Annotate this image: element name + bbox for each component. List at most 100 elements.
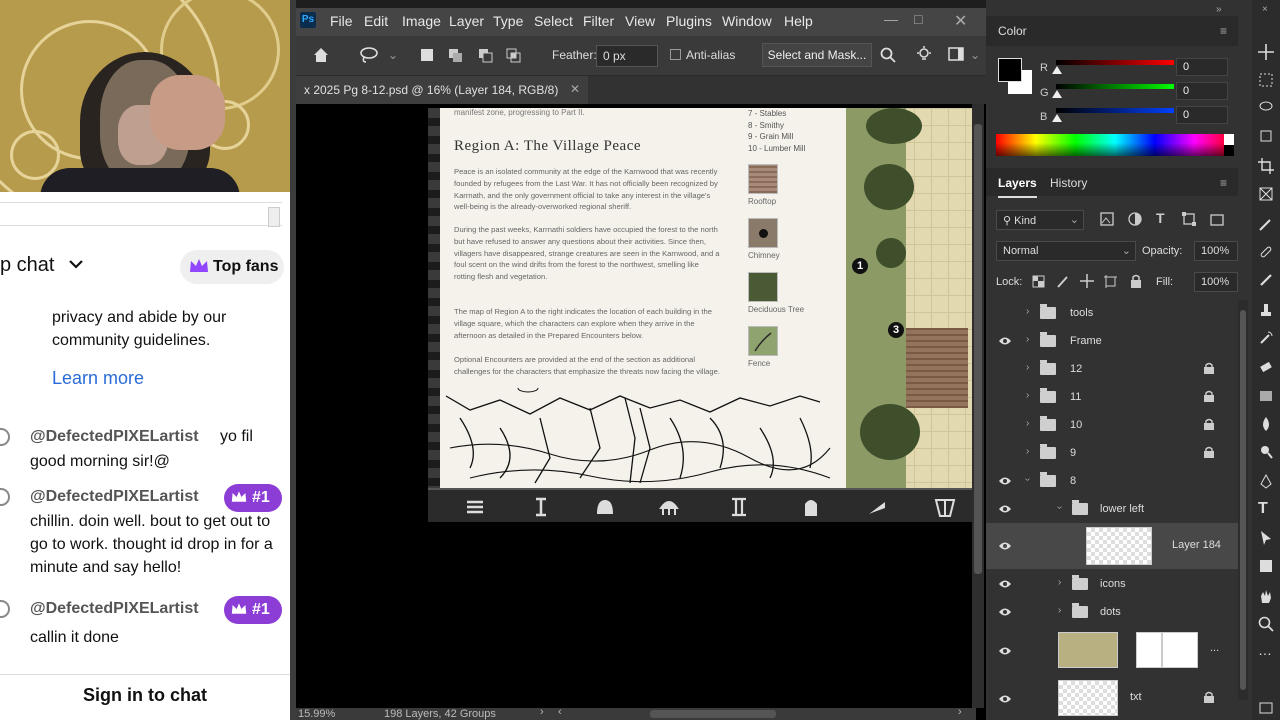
lightbulb-icon[interactable]	[916, 46, 932, 64]
menu-plugins[interactable]: Plugins	[666, 13, 712, 29]
menu-layer[interactable]: Layer	[449, 13, 484, 29]
lock-all-icon[interactable]	[1130, 274, 1142, 288]
search-icon[interactable]	[880, 47, 896, 63]
minimize-icon[interactable]: —	[884, 11, 898, 27]
chevron-down-icon[interactable]: ⌄	[970, 48, 980, 62]
eyedropper-tool-icon[interactable]	[1258, 216, 1274, 232]
zoom-level[interactable]: 15.99%	[298, 708, 335, 720]
layer-row-txt[interactable]: txt	[986, 678, 1238, 720]
chat-username[interactable]: @DefectedPIXELartist	[30, 428, 199, 446]
filter-kind-dropdown[interactable]: ⚲ Kind ⌄	[996, 210, 1084, 230]
layer-row-layer-184[interactable]: Layer 184	[986, 523, 1238, 569]
select-subject-icon[interactable]	[1258, 128, 1274, 144]
move-icon[interactable]	[1080, 274, 1094, 288]
eye-icon[interactable]	[998, 607, 1012, 617]
stamp-tool-icon[interactable]	[1258, 302, 1274, 318]
artboard-lock-icon[interactable]	[1104, 275, 1117, 288]
path-select-icon[interactable]	[1258, 530, 1274, 546]
expand-arrow-icon[interactable]: ›	[1026, 306, 1029, 317]
expand-arrow-icon[interactable]: ›	[1026, 446, 1029, 457]
expand-arrow-icon[interactable]: ›	[1058, 577, 1061, 588]
chevron-right-icon[interactable]: ›	[540, 706, 544, 718]
chevron-right-icon[interactable]: ›	[958, 706, 962, 718]
menu-view[interactable]: View	[625, 13, 655, 29]
more-options[interactable]: ...	[1210, 642, 1219, 654]
eye-icon[interactable]	[998, 646, 1012, 656]
lock-transparent-icon[interactable]	[1032, 275, 1045, 288]
home-icon[interactable]	[312, 46, 330, 64]
filter-pixel-icon[interactable]	[1100, 212, 1114, 226]
menu-type[interactable]: Type	[493, 13, 523, 29]
filter-type-icon[interactable]: T	[1156, 210, 1165, 226]
tab-layers[interactable]: Layers	[998, 176, 1037, 198]
collapse-arrow-icon[interactable]: ›	[1022, 478, 1033, 481]
green-slider[interactable]	[1052, 84, 1174, 98]
layer-row-10[interactable]: › 10	[986, 411, 1238, 439]
chat-username[interactable]: @DefectedPIXELartist	[30, 488, 199, 506]
blue-value-field[interactable]: 0	[1176, 106, 1228, 124]
chevron-down-icon[interactable]: ⌄	[388, 48, 398, 62]
eye-icon[interactable]	[998, 541, 1012, 551]
type-tool-icon[interactable]: T	[1258, 500, 1274, 517]
foreground-color-swatch[interactable]	[998, 58, 1022, 82]
expand-arrow-icon[interactable]: ›	[1026, 418, 1029, 429]
healing-tool-icon[interactable]	[1258, 244, 1274, 260]
blend-mode-dropdown[interactable]: Normal ⌄	[996, 241, 1136, 261]
collapse-arrow-icon[interactable]: ›	[1054, 506, 1065, 509]
brush-tool-icon[interactable]	[1258, 272, 1274, 288]
collapse-icon[interactable]: »	[1216, 4, 1222, 15]
filter-shape-icon[interactable]	[1182, 212, 1196, 226]
menu-image[interactable]: Image	[402, 13, 441, 29]
shape-tool-icon[interactable]	[1258, 558, 1274, 574]
expand-arrow-icon[interactable]: ›	[1026, 390, 1029, 401]
history-brush-icon[interactable]	[1258, 330, 1274, 346]
marquee-tool-icon[interactable]	[1258, 72, 1274, 88]
close-icon[interactable]: ✕	[954, 11, 967, 31]
hand-tool-icon[interactable]	[1258, 588, 1274, 604]
add-selection-icon[interactable]	[448, 48, 464, 64]
eye-icon[interactable]	[998, 336, 1012, 346]
chevron-left-icon[interactable]: ‹	[558, 706, 562, 718]
top-fans-button[interactable]: Top fans	[180, 250, 284, 284]
frame-tool-icon[interactable]	[1258, 186, 1274, 202]
red-value-field[interactable]: 0	[1176, 58, 1228, 76]
green-value-field[interactable]: 0	[1176, 82, 1228, 100]
chevron-down-icon[interactable]	[68, 257, 84, 275]
chat-username[interactable]: @DefectedPIXELartist	[30, 600, 199, 618]
menu-select[interactable]: Select	[534, 13, 573, 29]
pen-tool-icon[interactable]	[1258, 474, 1274, 490]
red-slider[interactable]	[1052, 60, 1174, 74]
gradient-tool-icon[interactable]	[1258, 388, 1274, 404]
menu-filter[interactable]: Filter	[583, 13, 614, 29]
menu-edit[interactable]: Edit	[364, 13, 388, 29]
layer-row-8[interactable]: › 8	[986, 467, 1238, 495]
anti-alias-checkbox[interactable]	[670, 49, 681, 60]
select-and-mask-button[interactable]: Select and Mask...	[762, 43, 872, 67]
tab-history[interactable]: History	[1050, 176, 1087, 190]
menu-help[interactable]: Help	[784, 13, 813, 29]
move-tool-icon[interactable]	[1258, 44, 1274, 60]
horizontal-scroll-thumb[interactable]	[650, 710, 776, 718]
zoom-tool-icon[interactable]	[1258, 616, 1274, 632]
layer-row-dots[interactable]: › dots	[986, 598, 1238, 626]
close-tab-icon[interactable]: ✕	[570, 82, 580, 96]
expand-arrow-icon[interactable]: ›	[1026, 334, 1029, 345]
layer-row-tools[interactable]: › tools	[986, 299, 1238, 327]
blue-slider[interactable]	[1052, 108, 1174, 122]
eye-icon[interactable]	[998, 579, 1012, 589]
eye-icon[interactable]	[998, 694, 1012, 704]
chat-mode-title[interactable]: p chat	[0, 254, 54, 277]
document-tab[interactable]: x 2025 Pg 8-12.psd @ 16% (Layer 184, RGB…	[296, 76, 588, 104]
layers-scrollbar[interactable]	[1238, 300, 1248, 700]
panel-menu-icon[interactable]: ≡	[1220, 176, 1227, 190]
layer-row-11[interactable]: › 11	[986, 383, 1238, 411]
layer-row-map[interactable]: ...	[986, 628, 1238, 672]
fill-field[interactable]: 100%	[1194, 272, 1238, 292]
more-tools-icon[interactable]: …	[1258, 642, 1274, 658]
filter-adjust-icon[interactable]	[1128, 212, 1142, 226]
lasso-tool-icon[interactable]	[1258, 100, 1274, 116]
learn-more-link[interactable]: Learn more	[52, 368, 144, 389]
layer-row-9[interactable]: › 9	[986, 439, 1238, 467]
opacity-field[interactable]: 100%	[1194, 241, 1238, 261]
blur-tool-icon[interactable]	[1258, 416, 1274, 432]
